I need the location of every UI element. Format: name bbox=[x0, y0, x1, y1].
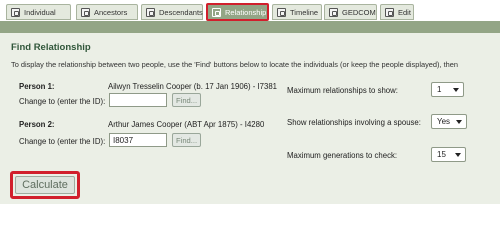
section-intro: To display the relationship between two … bbox=[11, 60, 458, 69]
timeline-icon bbox=[277, 7, 286, 17]
max-generations-select[interactable]: 15 bbox=[431, 147, 466, 162]
person1-value: Ailwyn Tresselin Cooper (b. 17 Jan 1906)… bbox=[108, 82, 278, 91]
relationship-icon bbox=[212, 7, 221, 17]
person2-find-button[interactable]: Find... bbox=[172, 133, 201, 147]
tab-gedcom[interactable]: GEDCOM bbox=[324, 4, 377, 20]
gedcom-icon bbox=[329, 7, 338, 17]
involving-spouse-select[interactable]: Yes bbox=[431, 114, 467, 129]
tab-label: Timeline bbox=[290, 7, 319, 17]
chevron-down-icon bbox=[453, 88, 459, 92]
involving-spouse-label: Show relationships involving a spouse: bbox=[287, 118, 421, 127]
calculate-button[interactable]: Calculate bbox=[15, 176, 75, 194]
person1-change-label: Change to (enter the ID): bbox=[19, 97, 106, 106]
tab-label: Descendants bbox=[159, 7, 203, 17]
section-title: Find Relationship bbox=[11, 42, 91, 53]
tab-ancestors[interactable]: Ancestors bbox=[76, 4, 138, 20]
tab-timeline[interactable]: Timeline bbox=[272, 4, 322, 20]
person2-change-label: Change to (enter the ID): bbox=[19, 137, 106, 146]
max-relationships-select[interactable]: 1 bbox=[431, 82, 464, 97]
tab-edit[interactable]: Edit bbox=[380, 4, 414, 20]
calculate-highlight: Calculate bbox=[10, 171, 80, 199]
tab-label: Edit bbox=[398, 7, 411, 17]
tab-label: GEDCOM bbox=[342, 7, 376, 17]
person1-id-input[interactable] bbox=[109, 93, 167, 107]
tab-individual[interactable]: Individual bbox=[6, 4, 71, 20]
tab-underline-band bbox=[0, 21, 500, 33]
person1-label: Person 1: bbox=[19, 82, 55, 91]
tab-label: Individual bbox=[24, 7, 56, 17]
tab-label: Ancestors bbox=[94, 7, 128, 17]
ancestors-icon bbox=[81, 7, 90, 17]
chevron-down-icon bbox=[455, 153, 461, 157]
tab-label: Relationship bbox=[225, 7, 267, 17]
chevron-down-icon bbox=[456, 120, 462, 124]
max-relationships-value: 1 bbox=[437, 85, 442, 94]
descendants-icon bbox=[146, 7, 155, 17]
person2-value: Arthur James Cooper (ABT Apr 1875) - I42… bbox=[108, 120, 265, 129]
max-generations-label: Maximum generations to check: bbox=[287, 151, 398, 160]
involving-spouse-value: Yes bbox=[437, 117, 451, 126]
max-relationships-label: Maximum relationships to show: bbox=[287, 86, 398, 95]
tab-relationship[interactable]: Relationship bbox=[206, 3, 269, 21]
person2-id-input[interactable] bbox=[109, 133, 167, 147]
person2-label: Person 2: bbox=[19, 120, 55, 129]
person-card-icon bbox=[11, 7, 20, 17]
person1-find-button[interactable]: Find... bbox=[172, 93, 201, 107]
tab-descendants[interactable]: Descendants bbox=[141, 4, 203, 20]
max-generations-value: 15 bbox=[437, 150, 446, 159]
edit-icon bbox=[385, 7, 394, 17]
